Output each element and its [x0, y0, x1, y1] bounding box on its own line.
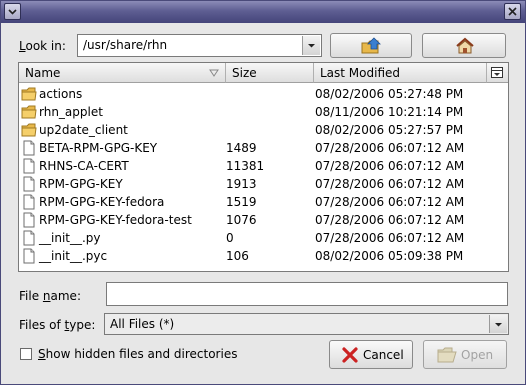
file-name: BETA-RPM-GPG-KEY: [39, 141, 158, 155]
show-hidden-label[interactable]: Show hidden files and directories: [38, 347, 237, 361]
files-of-type-value: All Files (*): [110, 317, 175, 331]
close-icon: [508, 7, 517, 16]
file-size: 1519: [226, 195, 257, 209]
file-name: actions: [39, 87, 83, 101]
file-icon: [23, 248, 35, 264]
column-header-size[interactable]: Size: [226, 63, 314, 83]
open-button[interactable]: Open: [423, 340, 507, 369]
chevron-down-icon: [495, 323, 502, 327]
file-open-dialog: Look in: /usr/share/rhn Name Size Last M…: [0, 0, 526, 385]
file-size: 0: [226, 231, 234, 245]
file-icon: [23, 158, 35, 174]
list-item[interactable]: actions 08/02/2006 05:27:48 PM: [19, 85, 508, 103]
look-in-dropdown-arrow[interactable]: [302, 36, 320, 55]
file-name: RHNS-CA-CERT: [39, 159, 129, 173]
files-of-type-label: Files of type:: [19, 318, 96, 332]
file-modified: 08/11/2006 10:21:14 PM: [315, 105, 464, 119]
file-size: 106: [226, 249, 249, 263]
file-name: RPM-GPG-KEY-fedora: [39, 195, 165, 209]
open-folder-icon: [437, 347, 457, 363]
file-name: __init__.pyc: [39, 249, 108, 263]
file-name: up2date_client: [39, 123, 128, 137]
up-folder-button[interactable]: [330, 33, 412, 58]
column-header-name[interactable]: Name: [19, 63, 226, 83]
open-label: Open: [461, 348, 494, 362]
file-name: RPM-GPG-KEY-fedora-test: [39, 213, 192, 227]
file-size: 11381: [226, 159, 265, 173]
home-button[interactable]: [422, 33, 506, 58]
folder-icon: [21, 87, 37, 101]
window-menu-button[interactable]: [4, 3, 21, 20]
files-of-type-combo[interactable]: All Files (*): [104, 313, 509, 335]
file-size: 1913: [226, 177, 257, 191]
chevron-down-icon: [308, 44, 315, 48]
file-name: __init__.py: [39, 231, 101, 245]
file-name: rhn_applet: [39, 105, 103, 119]
file-modified: 08/02/2006 05:27:48 PM: [315, 87, 464, 101]
file-name-input[interactable]: [106, 282, 508, 306]
home-icon: [456, 37, 474, 54]
folder-icon: [21, 105, 37, 119]
cancel-x-icon: [342, 347, 358, 363]
list-item[interactable]: BETA-RPM-GPG-KEY 1489 07/28/2006 06:07:12 …: [19, 139, 508, 157]
column-header-last-modified[interactable]: Last Modified: [314, 63, 487, 83]
file-modified: 07/28/2006 06:07:12 AM: [315, 141, 465, 155]
files-of-type-dropdown-arrow[interactable]: [489, 315, 507, 333]
file-modified: 08/02/2006 05:09:38 PM: [315, 249, 464, 263]
file-modified: 07/28/2006 06:07:12 AM: [315, 177, 465, 191]
show-hidden-checkbox[interactable]: [20, 348, 32, 360]
folder-up-icon: [361, 37, 381, 54]
file-name-label: File name:: [19, 289, 81, 303]
folder-icon: [21, 123, 37, 137]
file-size: 1076: [226, 213, 257, 227]
file-modified: 07/28/2006 06:07:12 AM: [315, 159, 465, 173]
file-icon: [23, 230, 35, 246]
column-name-label: Name: [25, 66, 61, 80]
chevron-down-icon: [8, 9, 17, 15]
column-chooser-button[interactable]: [487, 63, 508, 83]
file-modified: 07/28/2006 06:07:12 AM: [315, 213, 465, 227]
list-item[interactable]: RHNS-CA-CERT 11381 07/28/2006 06:07:12 AM: [19, 157, 508, 175]
title-bar: [1, 1, 525, 23]
close-window-button[interactable]: [504, 3, 521, 20]
list-item[interactable]: __init__.py 0 07/28/2006 06:07:12 AM: [19, 229, 508, 247]
look-in-combo[interactable]: /usr/share/rhn: [77, 34, 322, 57]
file-icon: [23, 194, 35, 210]
column-modified-label: Last Modified: [320, 66, 401, 80]
look-in-label: Look in:: [19, 39, 66, 53]
cancel-button[interactable]: Cancel: [329, 340, 413, 369]
file-list[interactable]: Name Size Last Modified actions 08/02/200…: [18, 62, 509, 272]
cancel-label: Cancel: [363, 348, 404, 362]
file-icon: [23, 212, 35, 228]
file-modified: 07/28/2006 06:07:12 AM: [315, 231, 465, 245]
file-modified: 08/02/2006 05:27:57 PM: [315, 123, 464, 137]
list-item[interactable]: rhn_applet 08/11/2006 10:21:14 PM: [19, 103, 508, 121]
list-item[interactable]: RPM-GPG-KEY-fedora-test 1076 07/28/2006 06…: [19, 211, 508, 229]
look-in-path: /usr/share/rhn: [83, 38, 168, 52]
file-icon: [23, 176, 35, 192]
sort-descending-icon: [209, 69, 219, 77]
file-modified: 07/28/2006 06:07:12 AM: [315, 195, 465, 209]
column-size-label: Size: [232, 66, 257, 80]
file-name: RPM-GPG-KEY: [39, 177, 123, 191]
list-item[interactable]: __init__.pyc 106 08/02/2006 05:09:38 PM: [19, 247, 508, 265]
column-chooser-icon: [491, 67, 503, 78]
file-icon: [23, 140, 35, 156]
list-item[interactable]: RPM-GPG-KEY-fedora 1519 07/28/2006 06:07:1…: [19, 193, 508, 211]
file-size: 1489: [226, 141, 257, 155]
list-item[interactable]: RPM-GPG-KEY 1913 07/28/2006 06:07:12 AM: [19, 175, 508, 193]
list-item[interactable]: up2date_client 08/02/2006 05:27:57 PM: [19, 121, 508, 139]
